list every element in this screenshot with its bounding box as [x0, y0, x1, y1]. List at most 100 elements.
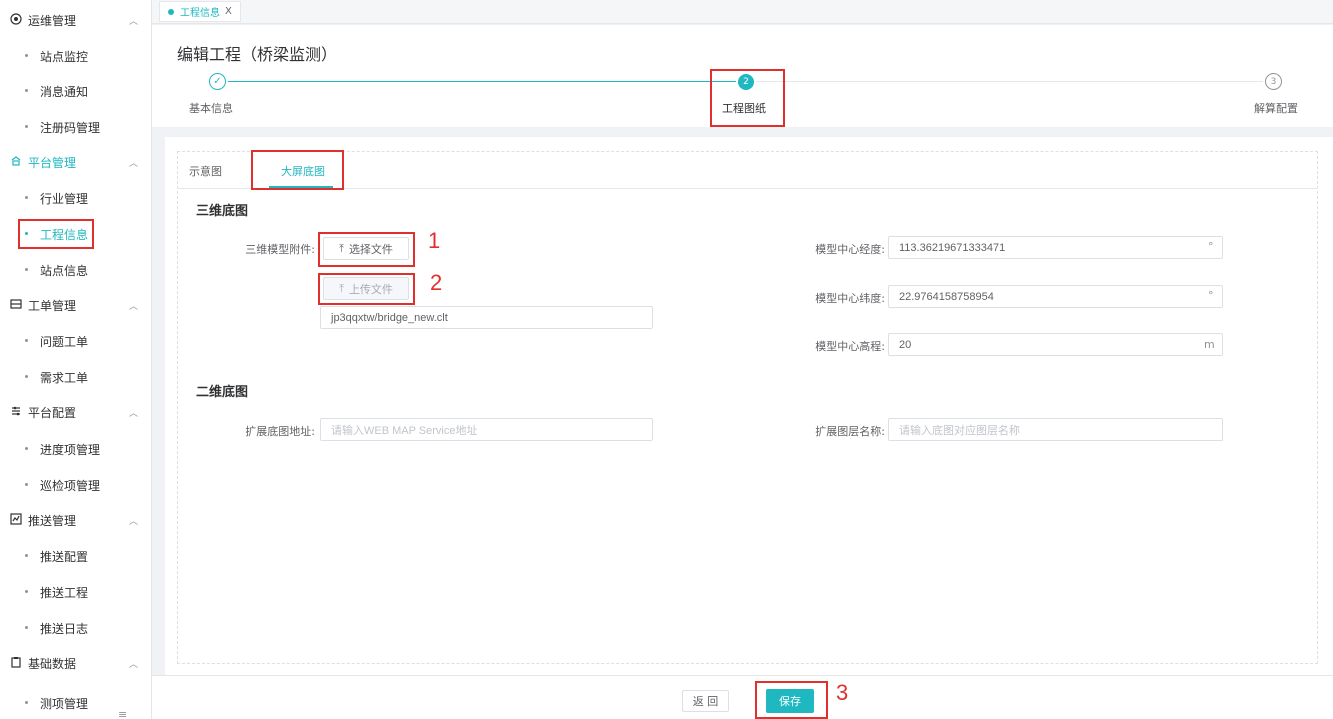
layer-name-input[interactable]: 请输入底图对应图层名称: [888, 418, 1223, 441]
chevron-up-icon: ︿: [129, 660, 139, 670]
chevron-up-icon: ︿: [129, 17, 139, 27]
bullet-icon: [25, 375, 28, 378]
sidebar-item-push-config[interactable]: 推送配置: [0, 538, 151, 572]
sidebar-item-project-info[interactable]: 工程信息: [0, 216, 151, 250]
latitude-input[interactable]: 22.9764158758954: [888, 285, 1223, 308]
menu-group-label: 基础数据: [28, 657, 77, 671]
clipboard-icon: [9, 655, 23, 669]
target-icon: [9, 12, 23, 26]
active-tab-underline: [269, 186, 333, 188]
collapse-icon[interactable]: ≡: [118, 708, 127, 719]
bullet-icon: [25, 89, 28, 92]
sidebar-item-push-log[interactable]: 推送日志: [0, 610, 151, 644]
sidebar-item-issue-ticket[interactable]: 问题工单: [0, 323, 151, 357]
menu-group-label: 工单管理: [28, 299, 77, 313]
config-icon: [9, 404, 23, 418]
menu-group-label: 运维管理: [28, 14, 77, 28]
chevron-up-icon: ︿: [129, 517, 139, 527]
bullet-icon: [25, 54, 28, 57]
page-title: 编辑工程（桥梁监测）: [177, 45, 338, 64]
page-tab-label: 工程信息: [180, 8, 220, 19]
map-url-label: 扩展底图地址:: [245, 425, 315, 438]
bullet-icon: [25, 701, 28, 704]
elevation-label: 模型中心高程:: [815, 340, 885, 353]
annotation-number-1: 1: [428, 228, 441, 253]
step-1-label: 基本信息: [189, 102, 233, 115]
sidebar-item-label: 问题工单: [40, 335, 89, 349]
sidebar-item-label: 巡检项管理: [40, 479, 101, 493]
meter-unit: m: [1204, 338, 1215, 351]
step-2-label: 工程图纸: [722, 102, 766, 115]
sidebar-item-progress[interactable]: 进度项管理: [0, 431, 151, 465]
close-icon[interactable]: X: [225, 6, 232, 17]
upload-file-label: 上传文件: [348, 282, 393, 296]
page-tab-project-info[interactable]: 工程信息 X: [159, 1, 241, 22]
step-1-check-icon: ✓: [209, 73, 226, 90]
sidebar-item-label: 工程信息: [40, 228, 89, 242]
menu-group-config[interactable]: 平台配置 ︿: [0, 394, 151, 430]
menu-group-platform[interactable]: 平台管理 ︿: [0, 144, 151, 180]
select-file-button[interactable]: ⤒ 选择文件: [323, 237, 409, 260]
sidebar-item-label: 进度项管理: [40, 443, 101, 457]
step-connector-done: [228, 81, 736, 82]
longitude-input[interactable]: 113.36219671333471: [888, 236, 1223, 259]
page-tabstrip: 工程信息 X: [152, 0, 1333, 24]
bullet-icon: [25, 268, 28, 271]
active-dot-icon: [168, 9, 174, 15]
upload-file-button[interactable]: ⤒ 上传文件: [323, 277, 409, 300]
tab-big-screen-base[interactable]: 大屏底图: [281, 163, 325, 179]
save-button[interactable]: 保存: [766, 689, 814, 713]
content-frame: [177, 151, 1318, 664]
sidebar-item-label: 推送配置: [40, 550, 89, 564]
degree-unit: °: [1208, 240, 1214, 253]
menu-group-ops[interactable]: 运维管理 ︿: [0, 2, 151, 38]
bullet-icon: [25, 554, 28, 557]
map-url-input[interactable]: 请输入WEB MAP Service地址: [320, 418, 653, 441]
sidebar-item-label: 消息通知: [40, 85, 89, 99]
main-card: 示意图 大屏底图 三维底图 三维模型附件: ⤒ 选择文件 ⤒ 上传文件 jp3q…: [165, 137, 1333, 675]
sidebar-item-industry[interactable]: 行业管理: [0, 180, 151, 214]
menu-group-tickets[interactable]: 工单管理 ︿: [0, 287, 151, 323]
step-3-marker: 3: [1265, 73, 1282, 90]
menu-group-label: 推送管理: [28, 514, 77, 528]
annotation-number-2: 2: [430, 270, 443, 295]
bullet-icon: [25, 125, 28, 128]
degree-unit: °: [1208, 289, 1214, 302]
bullet-icon: [25, 447, 28, 450]
sidebar: 运维管理 ︿ 站点监控 消息通知 注册码管理 平台管理 ︿ 行业管理 工程信息 …: [0, 0, 152, 719]
chevron-up-icon: ︿: [129, 302, 139, 312]
elevation-input[interactable]: 20: [888, 333, 1223, 356]
sidebar-item-reg-code[interactable]: 注册码管理: [0, 109, 151, 143]
step-2-marker: 2: [738, 74, 754, 90]
sidebar-item-site-monitor[interactable]: 站点监控: [0, 38, 151, 72]
menu-group-basedata[interactable]: 基础数据 ︿: [0, 645, 151, 681]
sidebar-item-measure[interactable]: 测项管理: [0, 685, 151, 719]
sidebar-item-label: 推送工程: [40, 586, 89, 600]
step-connector-pending: [756, 81, 1263, 82]
inner-tabs: 示意图 大屏底图: [177, 151, 1318, 189]
back-button[interactable]: 返 回: [682, 690, 729, 712]
longitude-label: 模型中心经度:: [815, 243, 885, 256]
sidebar-item-label: 站点信息: [40, 264, 89, 278]
bullet-icon: [25, 626, 28, 629]
bullet-icon: [25, 196, 28, 199]
sidebar-item-notifications[interactable]: 消息通知: [0, 73, 151, 107]
sidebar-item-site-info[interactable]: 站点信息: [0, 252, 151, 286]
header-card: 编辑工程（桥梁监测） ✓ 2 3 基本信息 工程图纸 解算配置: [152, 25, 1333, 127]
attachment-label: 三维模型附件:: [245, 243, 315, 256]
sidebar-item-label: 行业管理: [40, 192, 89, 206]
ticket-icon: [9, 297, 23, 311]
menu-group-push[interactable]: 推送管理 ︿: [0, 502, 151, 538]
latitude-label: 模型中心纬度:: [815, 292, 885, 305]
section-title-3d: 三维底图: [196, 204, 249, 219]
sidebar-item-label: 站点监控: [40, 50, 89, 64]
tab-schematic[interactable]: 示意图: [189, 163, 222, 179]
sidebar-item-inspection[interactable]: 巡检项管理: [0, 467, 151, 501]
file-path-field[interactable]: jp3qqxtw/bridge_new.clt: [320, 306, 653, 329]
sidebar-item-request-ticket[interactable]: 需求工单: [0, 359, 151, 393]
upload-icon: ⤒: [339, 281, 344, 295]
bullet-icon: [25, 590, 28, 593]
sidebar-item-label: 需求工单: [40, 371, 89, 385]
bullet-icon: [25, 339, 28, 342]
sidebar-item-push-project[interactable]: 推送工程: [0, 574, 151, 608]
